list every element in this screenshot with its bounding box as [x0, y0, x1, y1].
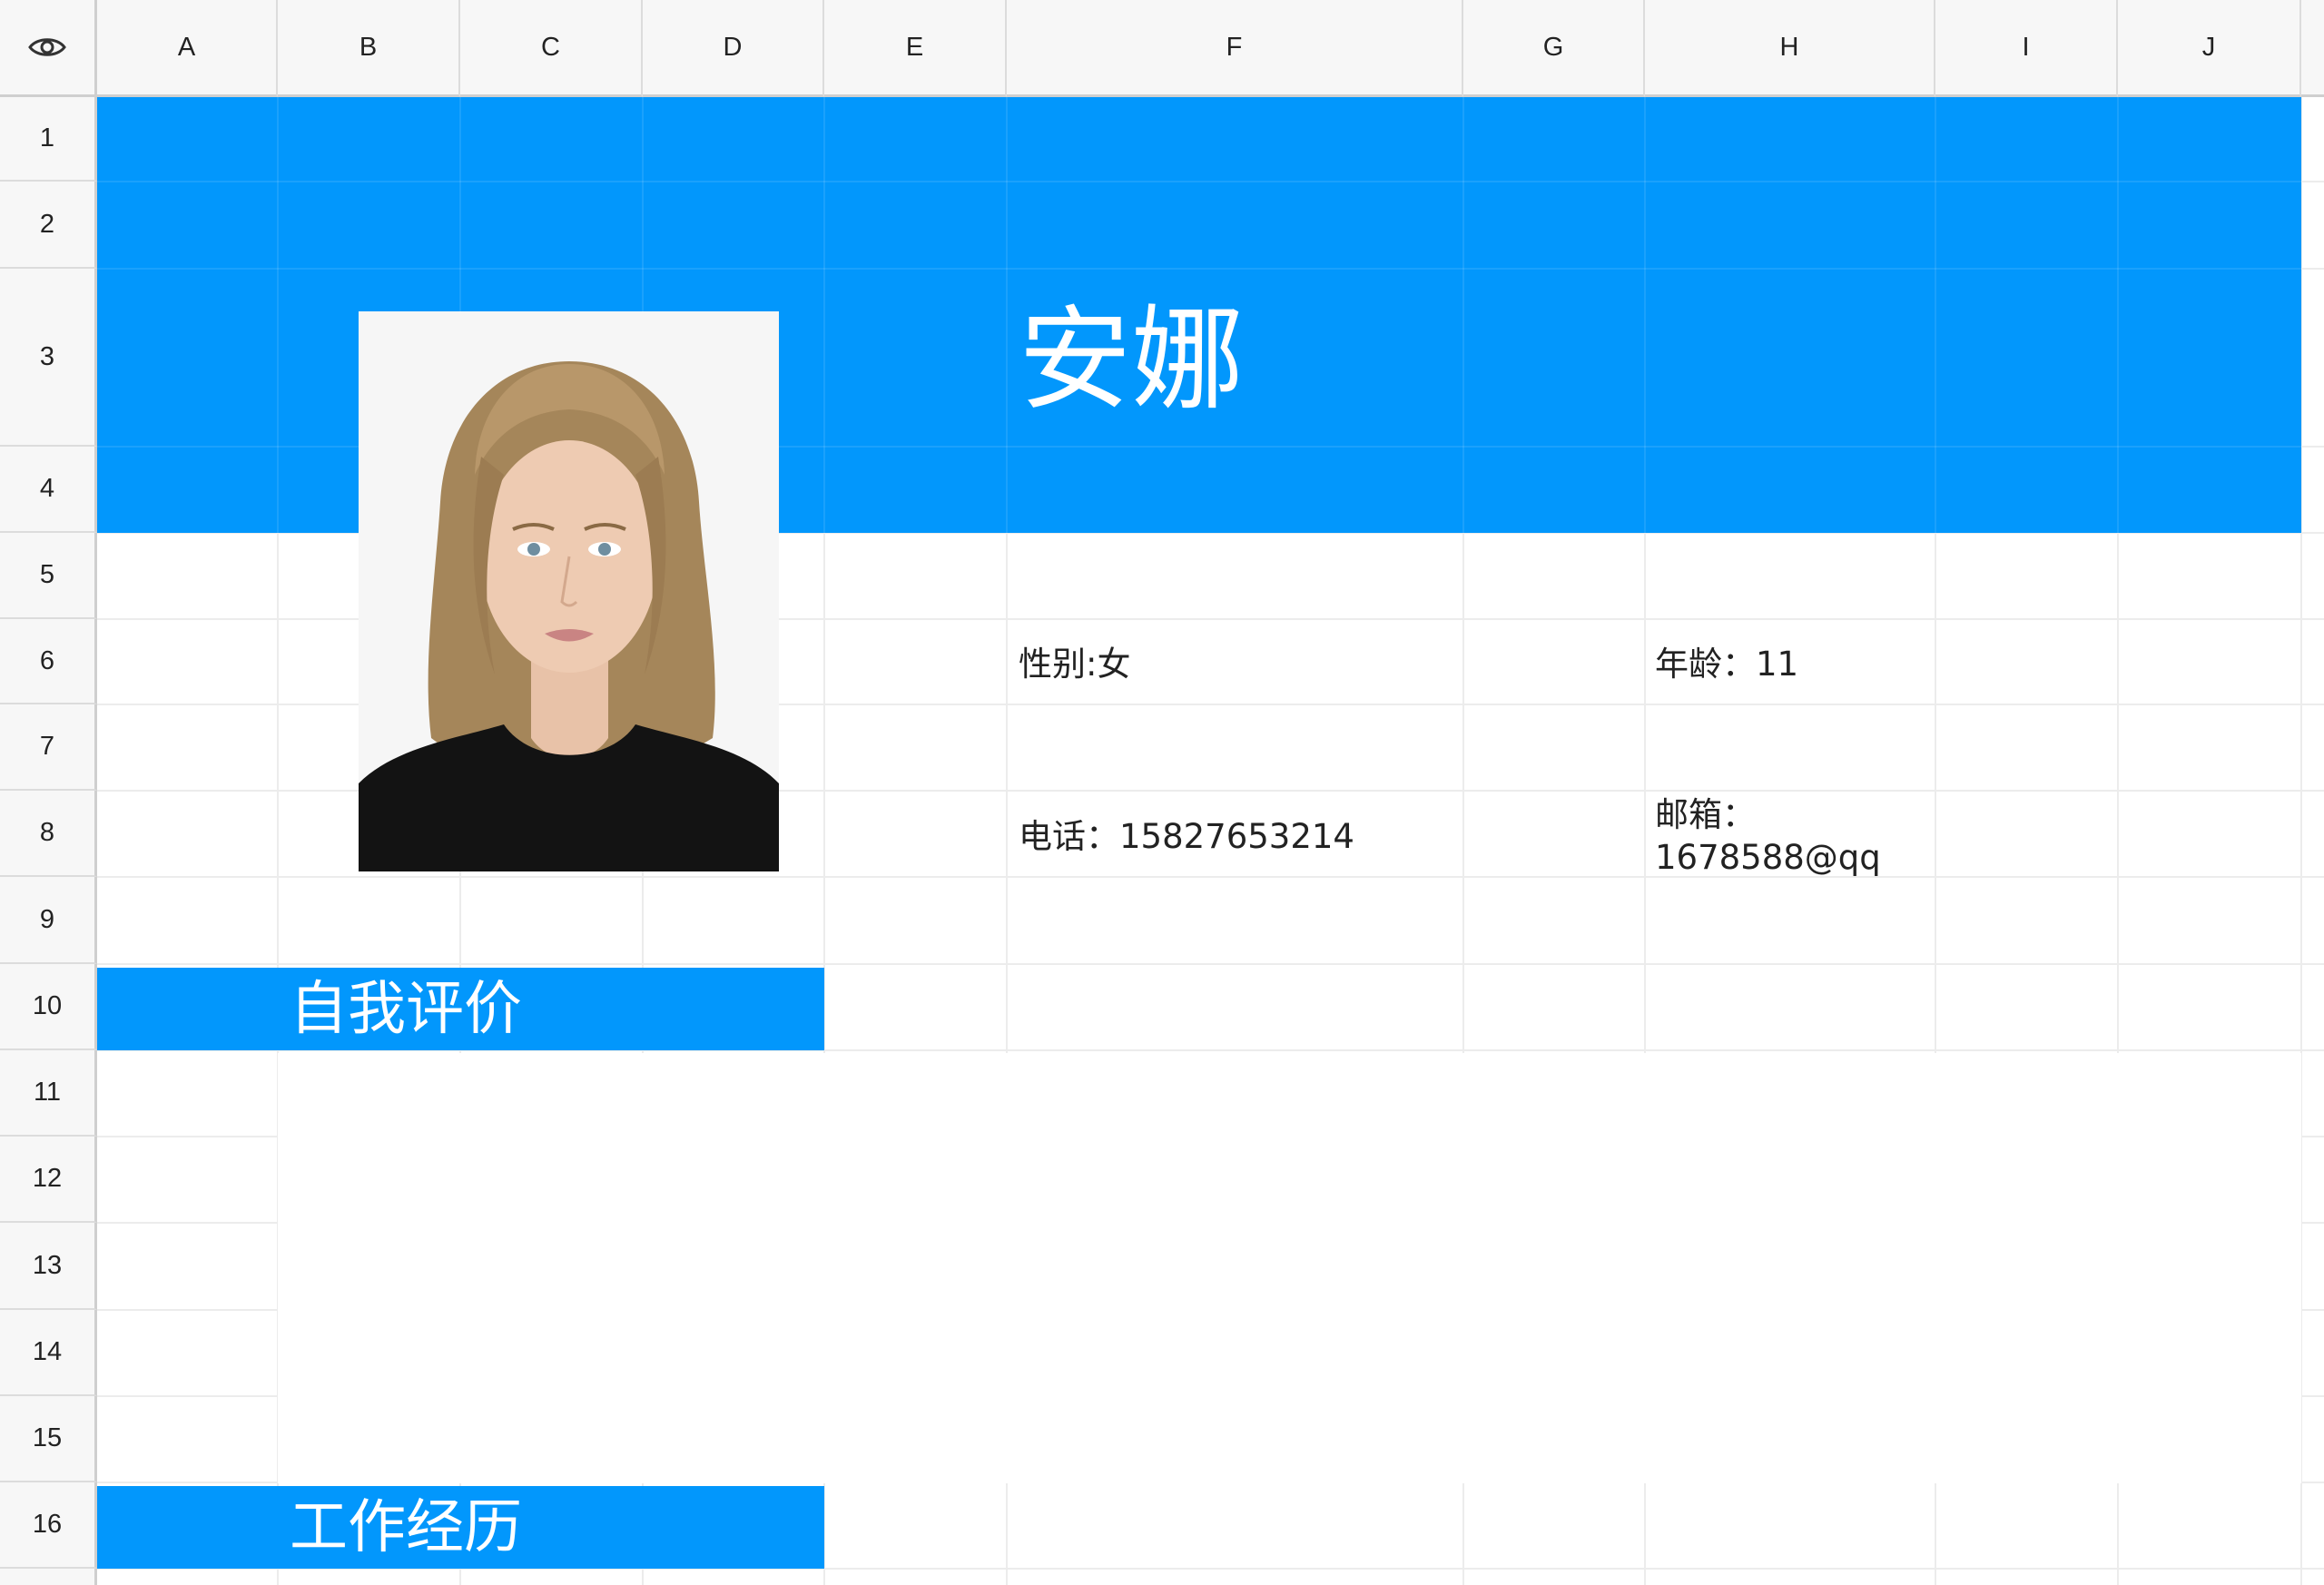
column-header-h[interactable]: H — [1645, 0, 1935, 97]
row-header-3[interactable]: 3 — [0, 269, 97, 447]
resume-name[interactable]: 安娜 — [1019, 292, 1244, 428]
select-all-corner[interactable] — [0, 0, 97, 97]
band-gridline-horizontal — [97, 268, 2301, 270]
column-header-e[interactable]: E — [824, 0, 1007, 97]
row-header-12[interactable]: 12 — [0, 1137, 97, 1223]
age-cell[interactable]: 年龄：11 — [1655, 644, 1798, 685]
gridline-horizontal — [97, 876, 2324, 878]
band-gridline-vertical — [823, 97, 825, 533]
gridline-horizontal — [97, 963, 2324, 965]
band-gridline-vertical — [1462, 97, 1464, 533]
column-header-b[interactable]: B — [278, 0, 460, 97]
column-header-g[interactable]: G — [1463, 0, 1645, 97]
column-header-filler — [2301, 0, 2324, 97]
band-gridline-vertical — [1935, 97, 1936, 533]
band-gridline-vertical — [1006, 97, 1008, 533]
band-gridline-vertical — [277, 97, 279, 533]
row-header-2[interactable]: 2 — [0, 182, 97, 269]
band-gridline-horizontal — [97, 181, 2301, 182]
row-header-8[interactable]: 8 — [0, 791, 97, 877]
row-header-14[interactable]: 14 — [0, 1310, 97, 1396]
row-header-filler — [0, 1569, 97, 1585]
row-header-6[interactable]: 6 — [0, 619, 97, 704]
row-header-10[interactable]: 10 — [0, 964, 97, 1050]
row-header-1[interactable]: 1 — [0, 97, 97, 182]
row-header-11[interactable]: 11 — [0, 1050, 97, 1137]
row-header-7[interactable]: 7 — [0, 704, 97, 791]
column-header-a[interactable]: A — [97, 0, 278, 97]
self-eval-title[interactable]: 自我评价 — [290, 973, 522, 1046]
column-header-d[interactable]: D — [643, 0, 824, 97]
work-experience-title[interactable]: 工作经历 — [290, 1491, 522, 1564]
gender-cell[interactable]: 性别:女 — [1019, 644, 1130, 685]
spreadsheet[interactable]: 安娜 自我评价 工作经历 性别:女 年龄：11 电话：15827653214 邮… — [0, 0, 2324, 1585]
column-header-i[interactable]: I — [1935, 0, 2118, 97]
band-gridline-vertical — [2117, 97, 2119, 533]
self-eval-content-cell[interactable] — [278, 1053, 2301, 1483]
row-header-13[interactable]: 13 — [0, 1223, 97, 1310]
row-header-9[interactable]: 9 — [0, 877, 97, 964]
eye-icon — [28, 38, 66, 56]
column-header-c[interactable]: C — [460, 0, 643, 97]
column-header-f[interactable]: F — [1007, 0, 1463, 97]
email-label[interactable]: 邮箱： — [1655, 794, 1756, 836]
row-header-16[interactable]: 16 — [0, 1482, 97, 1569]
column-header-j[interactable]: J — [2118, 0, 2301, 97]
row-header-4[interactable]: 4 — [0, 447, 97, 533]
portrait-image — [359, 311, 779, 871]
row-header-5[interactable]: 5 — [0, 533, 97, 619]
profile-photo[interactable] — [359, 311, 779, 871]
email-value[interactable]: 1678588@qq — [1655, 837, 1881, 879]
band-gridline-vertical — [1644, 97, 1646, 533]
row-header-15[interactable]: 15 — [0, 1396, 97, 1482]
phone-cell[interactable]: 电话：15827653214 — [1019, 816, 1354, 858]
